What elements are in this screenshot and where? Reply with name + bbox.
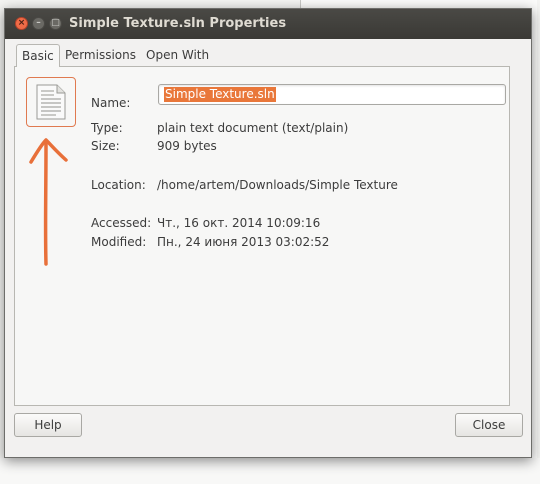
help-button[interactable]: Help [14, 413, 82, 437]
minimize-window-icon[interactable]: – [32, 17, 45, 30]
text-document-icon [36, 84, 66, 120]
location-value: /home/artem/Downloads/Simple Texture [157, 178, 398, 192]
title-bar[interactable]: × – □ Simple Texture.sln Properties [5, 9, 531, 39]
close-window-icon[interactable]: × [15, 17, 28, 30]
name-label: Name: [91, 96, 131, 110]
file-icon-button[interactable] [26, 77, 76, 127]
name-field-value: Simple Texture.sln [164, 87, 276, 102]
location-label: Location: [91, 178, 146, 192]
tab-basic[interactable]: Basic [16, 44, 60, 67]
background-area [0, 458, 540, 484]
close-button[interactable]: Close [455, 413, 523, 437]
modified-label: Modified: [91, 235, 147, 249]
type-value: plain text document (text/plain) [157, 121, 349, 135]
accessed-label: Accessed: [91, 216, 152, 230]
size-value: 909 bytes [157, 139, 217, 153]
tab-permissions[interactable]: Permissions [60, 44, 141, 66]
type-label: Type: [91, 121, 123, 135]
maximize-window-icon[interactable]: □ [49, 17, 62, 30]
size-label: Size: [91, 139, 120, 153]
window-title: Simple Texture.sln Properties [69, 16, 287, 31]
accessed-value: Чт., 16 окт. 2014 10:09:16 [157, 216, 321, 230]
tab-open-with[interactable]: Open With [141, 44, 214, 66]
annotation-arrow [29, 138, 68, 266]
modified-value: Пн., 24 июня 2013 03:02:52 [157, 235, 330, 249]
name-field[interactable]: Simple Texture.sln [158, 84, 506, 105]
